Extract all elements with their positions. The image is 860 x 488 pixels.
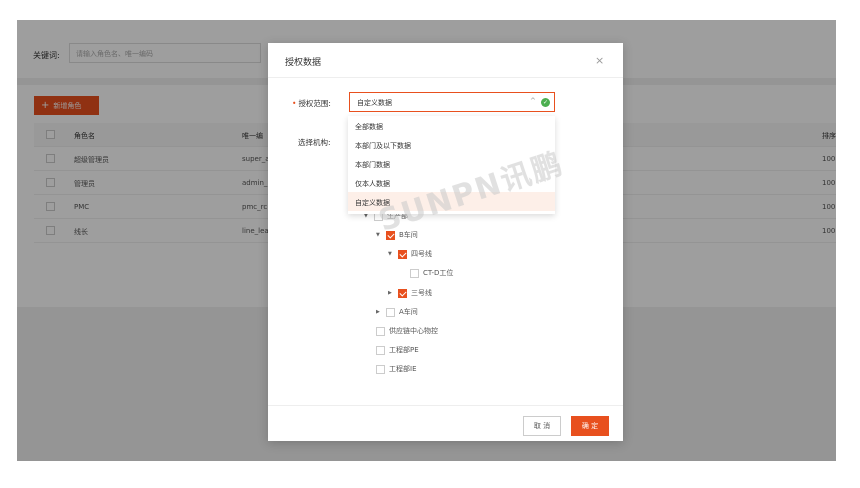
collapse-arrow-icon[interactable]: ▶ (376, 309, 382, 315)
auth-data-modal: 授权数据 × • 授权范围: 自定义数据 ^ ✓ 选择机构: ▼ 生产部 ▼ B车… (268, 43, 623, 441)
scope-label: • 授权范围: (292, 99, 331, 108)
caret-up-icon: ^ (530, 97, 536, 105)
modal-divider (268, 77, 623, 78)
collapse-arrow-icon[interactable]: ▶ (388, 290, 394, 296)
tree-checkbox[interactable] (376, 326, 385, 336)
tree-checkbox-checked[interactable] (398, 288, 407, 298)
tree-node-workshop-a[interactable]: ▶ A车间 (376, 307, 418, 317)
footer-divider (268, 405, 623, 406)
tree-node-label: A车间 (399, 308, 418, 316)
tree-node-supply-chain[interactable]: 供应链中心物控 (376, 326, 438, 336)
tree-checkbox-checked[interactable] (398, 249, 407, 259)
tree-checkbox[interactable] (376, 345, 385, 355)
tree-node-line-4[interactable]: ▼ 四号线 (388, 249, 432, 259)
tree-node-ct-d[interactable]: CT-D工位 (410, 268, 453, 278)
tree-node-eng-pe[interactable]: 工程部PE (376, 345, 419, 355)
scope-select[interactable]: 自定义数据 ^ ✓ (349, 92, 555, 112)
expand-arrow-icon[interactable]: ▼ (388, 251, 394, 257)
close-icon[interactable]: × (595, 54, 604, 67)
tree-checkbox[interactable] (386, 307, 395, 317)
tree-node-label: 三号线 (411, 289, 432, 297)
tree-checkbox[interactable] (376, 364, 385, 374)
tree-node-label: 工程部PE (389, 346, 419, 354)
org-label: 选择机构: (298, 138, 331, 147)
dropdown-option[interactable]: 全部数据 (348, 116, 555, 135)
tree-checkbox[interactable] (410, 268, 419, 278)
confirm-button[interactable]: 确 定 (571, 416, 609, 436)
tree-node-line-3[interactable]: ▶ 三号线 (388, 288, 432, 298)
tree-node-label: CT-D工位 (423, 269, 454, 277)
tree-node-label: 工程部IE (389, 365, 417, 373)
tree-node-label: 四号线 (411, 250, 432, 258)
scope-select-value: 自定义数据 (357, 99, 392, 107)
expand-arrow-icon[interactable]: ▼ (376, 232, 382, 238)
check-circle-icon: ✓ (541, 98, 550, 107)
tree-node-eng-ie[interactable]: 工程部IE (376, 364, 417, 374)
cancel-button[interactable]: 取 消 (523, 416, 561, 436)
tree-node-label: 供应链中心物控 (389, 327, 438, 335)
modal-title: 授权数据 (285, 58, 322, 68)
